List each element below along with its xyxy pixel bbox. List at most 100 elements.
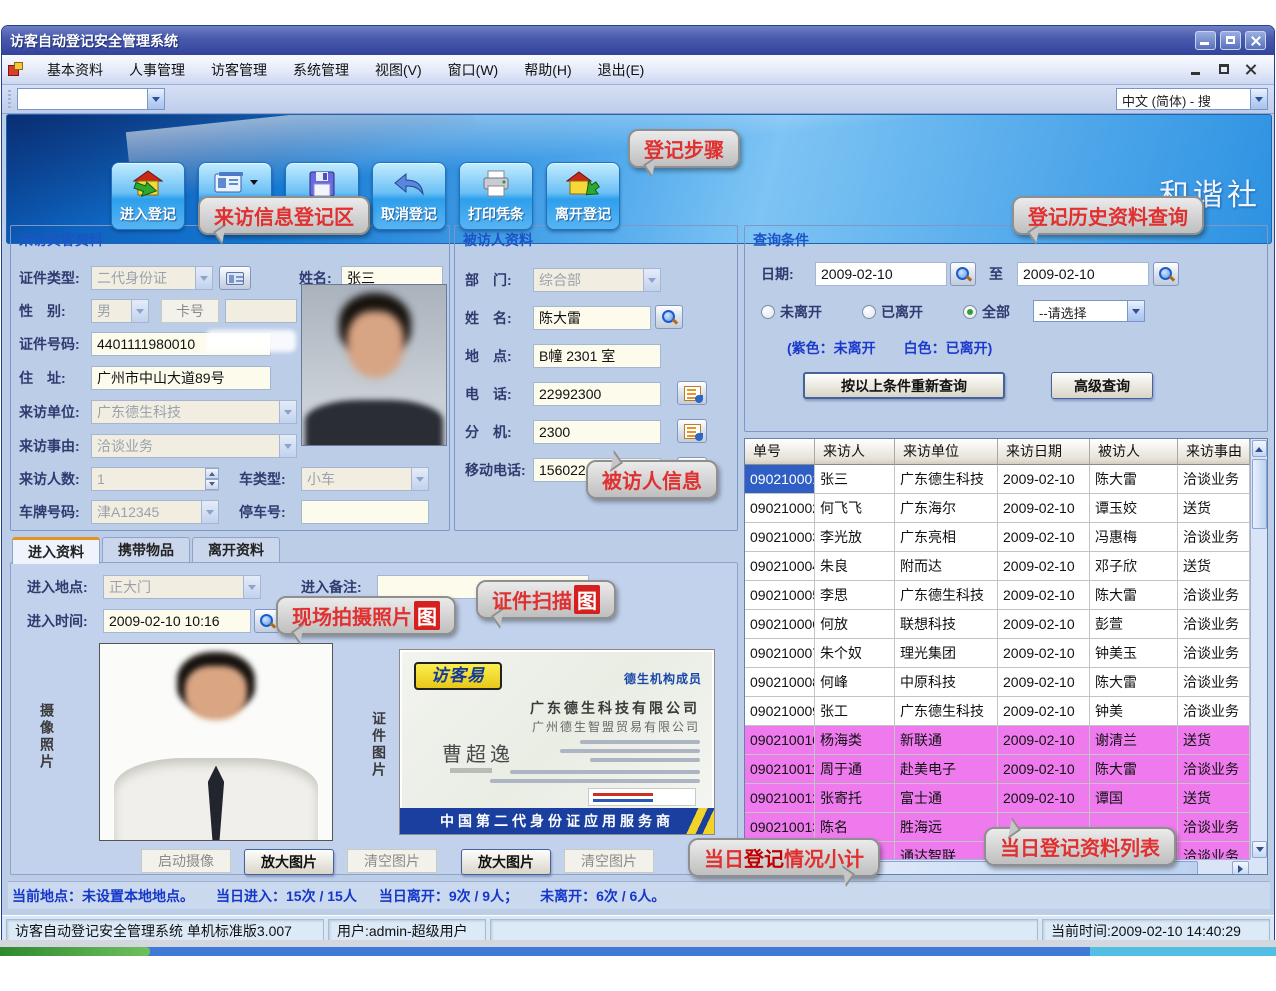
cert-type-select[interactable]: 二代身份证 <box>91 266 213 290</box>
card-button-1[interactable]: 清空图片 <box>564 849 654 873</box>
table-cell[interactable]: 周于通 <box>815 755 895 784</box>
table-cell[interactable]: 中原科技 <box>895 668 998 697</box>
table-row[interactable]: 090210010杨海类新联通2009-02-10谢清兰送货 <box>745 726 1250 755</box>
table-cell[interactable]: 朱良 <box>815 552 895 581</box>
visit-reason-select[interactable]: 洽谈业务 <box>91 434 297 458</box>
table-cell[interactable]: 洽谈业务 <box>1178 813 1250 842</box>
table-row[interactable]: 090210005李思广东德生科技2009-02-10陈大雷洽谈业务 <box>745 581 1250 610</box>
table-cell[interactable]: 2009-02-10 <box>998 697 1090 726</box>
table-row[interactable]: 090210001张三广东德生科技2009-02-10陈大雷洽谈业务 <box>745 465 1250 494</box>
table-cell[interactable]: 谭国 <box>1090 784 1178 813</box>
table-row[interactable]: 090210011周于通赴美电子2009-02-10陈大雷洽谈业务 <box>745 755 1250 784</box>
scrollbar-thumb[interactable] <box>1252 459 1267 529</box>
minimize-button[interactable] <box>1195 31 1216 50</box>
table-cell[interactable]: 2009-02-10 <box>998 523 1090 552</box>
table-cell[interactable]: 090210012 <box>745 784 815 813</box>
people-count-stepper[interactable] <box>205 468 219 490</box>
menu-item-6[interactable]: 帮助(H) <box>511 58 584 82</box>
table-row[interactable]: 090210004朱良附而达2009-02-10邓子欣送货 <box>745 552 1250 581</box>
mdi-close-button[interactable] <box>1243 62 1260 77</box>
table-cell[interactable]: 090210002 <box>745 494 815 523</box>
table-cell[interactable]: 谭玉姣 <box>1090 494 1178 523</box>
vehicle-type-select[interactable]: 小车 <box>301 467 429 491</box>
tab-0[interactable]: 进入资料 <box>12 537 100 564</box>
table-cell[interactable]: 广东亮相 <box>895 523 998 552</box>
table-cell[interactable]: 理光集团 <box>895 639 998 668</box>
table-cell[interactable]: 张三 <box>815 465 895 494</box>
entry-time-field[interactable]: 2009-02-10 10:16 <box>103 609 251 633</box>
table-cell[interactable]: 广东海尔 <box>895 494 998 523</box>
table-cell[interactable]: 送货 <box>1178 552 1250 581</box>
date-to-field[interactable]: 2009-02-10 <box>1017 262 1149 286</box>
table-row[interactable]: 090210008何峰中原科技2009-02-10陈大雷洽谈业务 <box>745 668 1250 697</box>
menu-item-4[interactable]: 视图(V) <box>362 58 435 82</box>
menu-item-3[interactable]: 系统管理 <box>280 58 362 82</box>
ext-field[interactable]: 2300 <box>533 420 661 444</box>
read-id-card-button[interactable] <box>219 266 251 290</box>
address-field[interactable]: 广州市中山大道89号 <box>91 366 271 390</box>
column-header-4[interactable]: 被访人 <box>1090 439 1178 465</box>
table-cell[interactable]: 钟美玉 <box>1090 639 1178 668</box>
menu-item-1[interactable]: 人事管理 <box>116 58 198 82</box>
photo-button-2[interactable]: 清空图片 <box>347 849 437 873</box>
requery-button[interactable]: 按以上条件重新查询 <box>803 372 1005 399</box>
table-cell[interactable]: 新联通 <box>895 726 998 755</box>
table-cell[interactable]: 朱个奴 <box>815 639 895 668</box>
table-cell[interactable]: 洽谈业务 <box>1178 581 1250 610</box>
table-cell[interactable]: 钟美 <box>1090 697 1178 726</box>
date-from-field[interactable]: 2009-02-10 <box>815 262 947 286</box>
table-cell[interactable]: 2009-02-10 <box>998 610 1090 639</box>
column-header-3[interactable]: 来访日期 <box>998 439 1090 465</box>
table-cell[interactable]: 洽谈业务 <box>1178 668 1250 697</box>
toolbar-button-print[interactable]: 打印凭条 <box>459 162 533 230</box>
table-cell[interactable]: 冯惠梅 <box>1090 523 1178 552</box>
table-cell[interactable]: 赴美电子 <box>895 755 998 784</box>
table-cell[interactable]: 090210005 <box>745 581 815 610</box>
parking-field[interactable] <box>301 500 429 524</box>
toolbar-combobox[interactable] <box>17 88 165 110</box>
table-cell[interactable]: 胜海远 <box>895 813 998 842</box>
radio-unchecked-icon[interactable] <box>761 305 775 319</box>
table-cell[interactable]: 邓子欣 <box>1090 552 1178 581</box>
table-cell[interactable]: 附而达 <box>895 552 998 581</box>
radio-1[interactable]: 已离开 <box>862 304 923 321</box>
table-cell[interactable]: 送货 <box>1178 784 1250 813</box>
filter-select[interactable]: --请选择 <box>1033 300 1145 322</box>
table-cell[interactable]: 2009-02-10 <box>998 668 1090 697</box>
radio-checked-icon[interactable] <box>963 305 977 319</box>
table-row[interactable]: 090210012张寄托富士通2009-02-10谭国送货 <box>745 784 1250 813</box>
table-cell[interactable]: 2009-02-10 <box>998 465 1090 494</box>
table-cell[interactable]: 2009-02-10 <box>998 494 1090 523</box>
toolbar-button-cancel[interactable]: 取消登记 <box>372 162 446 230</box>
search-person-button[interactable] <box>655 305 683 329</box>
table-cell[interactable]: 送货 <box>1178 726 1250 755</box>
location-field[interactable]: B幢 2301 室 <box>533 344 661 368</box>
table-row[interactable]: 090210009张工广东德生科技2009-02-10钟美洽谈业务 <box>745 697 1250 726</box>
table-cell[interactable]: 何放 <box>815 610 895 639</box>
table-cell[interactable]: 富士通 <box>895 784 998 813</box>
visit-company-select[interactable]: 广东德生科技 <box>91 400 297 424</box>
gender-select[interactable]: 男 <box>91 299 149 323</box>
table-cell[interactable]: 洽谈业务 <box>1178 639 1250 668</box>
column-header-1[interactable]: 来访人 <box>815 439 895 465</box>
radio-unchecked-icon[interactable] <box>862 305 876 319</box>
language-select[interactable]: 中文 (简体) - 搜 <box>1116 88 1268 110</box>
table-cell[interactable]: 2009-02-10 <box>998 784 1090 813</box>
column-header-5[interactable]: 来访事由 <box>1178 439 1250 465</box>
close-button[interactable] <box>1245 31 1266 50</box>
restore-button[interactable] <box>1220 31 1241 50</box>
table-cell[interactable]: 2009-02-10 <box>998 581 1090 610</box>
chevron-down-icon[interactable] <box>147 89 164 109</box>
table-cell[interactable]: 090210008 <box>745 668 815 697</box>
table-cell[interactable]: 090210011 <box>745 755 815 784</box>
people-count-field[interactable]: 1 <box>91 467 219 491</box>
phone-field[interactable]: 22992300 <box>533 382 661 406</box>
dept-select[interactable]: 综合部 <box>533 268 661 292</box>
date-to-picker-button[interactable] <box>1153 262 1179 286</box>
toolbar-button-leave-registration[interactable]: 离开登记 <box>546 162 620 230</box>
table-cell[interactable]: 090210003 <box>745 523 815 552</box>
table-cell[interactable]: 2009-02-10 <box>998 726 1090 755</box>
table-cell[interactable]: 2009-02-10 <box>998 639 1090 668</box>
table-row[interactable]: 090210006何放联想科技2009-02-10彭萱洽谈业务 <box>745 610 1250 639</box>
table-cell[interactable]: 洽谈业务 <box>1178 842 1250 859</box>
